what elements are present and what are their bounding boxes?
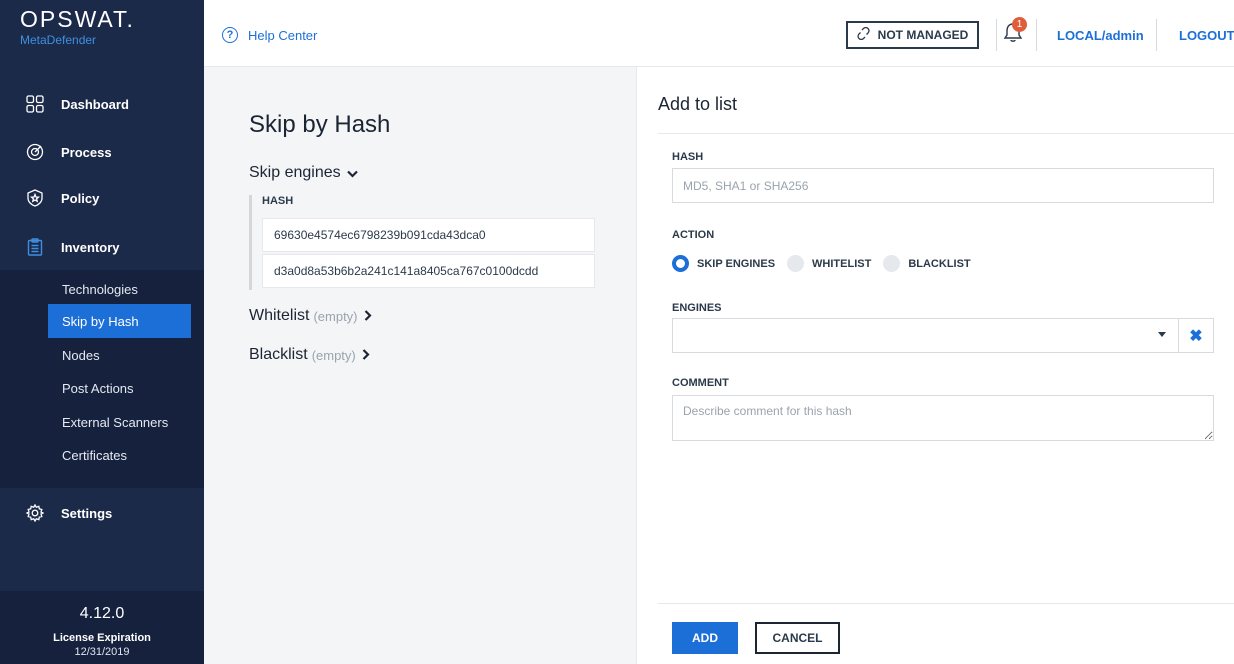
settings-icon: [26, 504, 44, 522]
not-managed-label: NOT MANAGED: [877, 28, 969, 42]
help-center-link[interactable]: ? Help Center: [222, 27, 317, 43]
header-divider: [996, 19, 997, 51]
sidebar-item-settings[interactable]: Settings: [0, 490, 204, 536]
radio-skip-engines[interactable]: SKIP ENGINES: [672, 255, 775, 272]
radio-label: WHITELIST: [812, 257, 872, 270]
policy-icon: [26, 189, 44, 207]
sidebar: OPSWAT. MetaDefender Dashboard Process P…: [0, 0, 204, 664]
process-icon: [26, 143, 44, 161]
version-number: 4.12.0: [79, 605, 125, 622]
close-icon: ✖: [1189, 327, 1203, 345]
sidebar-subitem-external-scanners[interactable]: External Scanners: [48, 405, 191, 439]
whitelist-label: Whitelist: [249, 307, 310, 324]
logout-link[interactable]: LOGOUT: [1179, 28, 1234, 43]
radio-selected-icon: [672, 255, 689, 272]
skip-engines-toggle[interactable]: Skip engines: [249, 164, 358, 182]
inventory-icon: [26, 238, 44, 256]
hash-field-label: HASH: [672, 151, 704, 163]
chevron-right-icon: [362, 348, 370, 363]
engines-select[interactable]: [672, 318, 1179, 353]
blacklist-empty-label: (empty): [311, 347, 356, 363]
clear-engines-button[interactable]: ✖: [1178, 318, 1214, 353]
dashboard-icon: [26, 95, 44, 113]
hash-column-header: HASH: [262, 195, 294, 207]
add-to-list-panel: Add to list HASH ACTION SKIP ENGINES WHI…: [636, 67, 1234, 664]
radio-blacklist[interactable]: BLACKLIST: [883, 255, 971, 272]
radio-label: SKIP ENGINES: [697, 257, 776, 270]
brand-product: MetaDefender: [20, 33, 97, 47]
sidebar-subitem-nodes[interactable]: Nodes: [48, 338, 191, 372]
chevron-down-icon: [346, 166, 358, 181]
engines-field-label: ENGINES: [672, 302, 722, 314]
sidebar-item-process[interactable]: Process: [0, 129, 204, 175]
page-title: Skip by Hash: [249, 111, 391, 138]
radio-unselected-icon: [883, 255, 901, 272]
sidebar-subitem-post-actions[interactable]: Post Actions: [48, 371, 191, 405]
sidebar-item-label: Policy: [61, 190, 100, 206]
sidebar-item-label: Dashboard: [61, 96, 129, 112]
skip-by-hash-panel: Skip by Hash Skip engines HASH 69630e457…: [204, 67, 636, 664]
not-managed-button[interactable]: NOT MANAGED: [846, 21, 979, 49]
sidebar-item-policy[interactable]: Policy: [0, 175, 204, 221]
whitelist-empty-label: (empty): [313, 308, 358, 324]
divider: [658, 603, 1234, 604]
license-expiration-date: 12/31/2019: [74, 646, 130, 658]
notifications-button[interactable]: 1: [1003, 17, 1027, 46]
inventory-submenu: Technologies Skip by Hash Nodes Post Act…: [0, 270, 204, 488]
comment-field-label: COMMENT: [672, 377, 729, 389]
sidebar-subitem-technologies[interactable]: Technologies: [48, 272, 191, 306]
sidebar-item-label: Settings: [61, 505, 113, 521]
divider: [658, 133, 1234, 134]
notification-badge: 1: [1012, 17, 1027, 32]
panel-title: Add to list: [658, 94, 738, 114]
blacklist-label: Blacklist: [249, 346, 308, 363]
list-item[interactable]: 69630e4574ec6798239b091cda43dca0: [262, 218, 595, 252]
list-item[interactable]: d3a0d8a53b6b2a241c141a8405ca767c0100dcdd: [262, 254, 595, 288]
radio-whitelist[interactable]: WHITELIST: [787, 255, 871, 272]
user-menu-link[interactable]: LOCAL/admin: [1057, 28, 1144, 43]
brand-logo[interactable]: OPSWAT. MetaDefender: [20, 6, 135, 47]
sidebar-item-dashboard[interactable]: Dashboard: [0, 81, 204, 127]
top-header: ? Help Center NOT MANAGED 1 LOCAL/admin …: [204, 0, 1234, 67]
whitelist-toggle[interactable]: Whitelist (empty): [249, 307, 372, 325]
brand-name: OPSWAT.: [20, 6, 135, 32]
action-radio-group: SKIP ENGINES WHITELIST BLACKLIST: [672, 255, 983, 272]
chevron-right-icon: [364, 309, 372, 324]
blacklist-toggle[interactable]: Blacklist (empty): [249, 346, 370, 364]
caret-down-icon: [1158, 332, 1166, 337]
hash-input[interactable]: [672, 168, 1214, 203]
sidebar-item-label: Process: [61, 144, 112, 160]
header-divider: [1036, 19, 1037, 51]
sidebar-footer: 4.12.0 License Expiration 12/31/2019: [0, 591, 204, 664]
license-expiration-label: License Expiration: [53, 632, 151, 644]
sidebar-subitem-skip-by-hash[interactable]: Skip by Hash: [48, 304, 191, 338]
sidebar-item-label: Inventory: [61, 239, 120, 255]
help-icon: ?: [222, 27, 238, 43]
help-center-label: Help Center: [248, 27, 318, 43]
radio-unselected-icon: [787, 255, 805, 272]
action-field-label: ACTION: [672, 229, 715, 241]
cancel-button[interactable]: CANCEL: [755, 622, 840, 654]
skip-engines-list: HASH 69630e4574ec6798239b091cda43dca0 d3…: [249, 195, 595, 290]
radio-label: BLACKLIST: [908, 257, 971, 270]
header-divider: [1156, 19, 1157, 51]
unlink-icon: [857, 26, 870, 43]
sidebar-subitem-certificates[interactable]: Certificates: [48, 438, 191, 472]
add-button[interactable]: ADD: [672, 622, 738, 654]
skip-engines-label: Skip engines: [249, 164, 341, 181]
comment-textarea[interactable]: [672, 395, 1214, 441]
sidebar-item-inventory[interactable]: Inventory: [0, 224, 204, 270]
